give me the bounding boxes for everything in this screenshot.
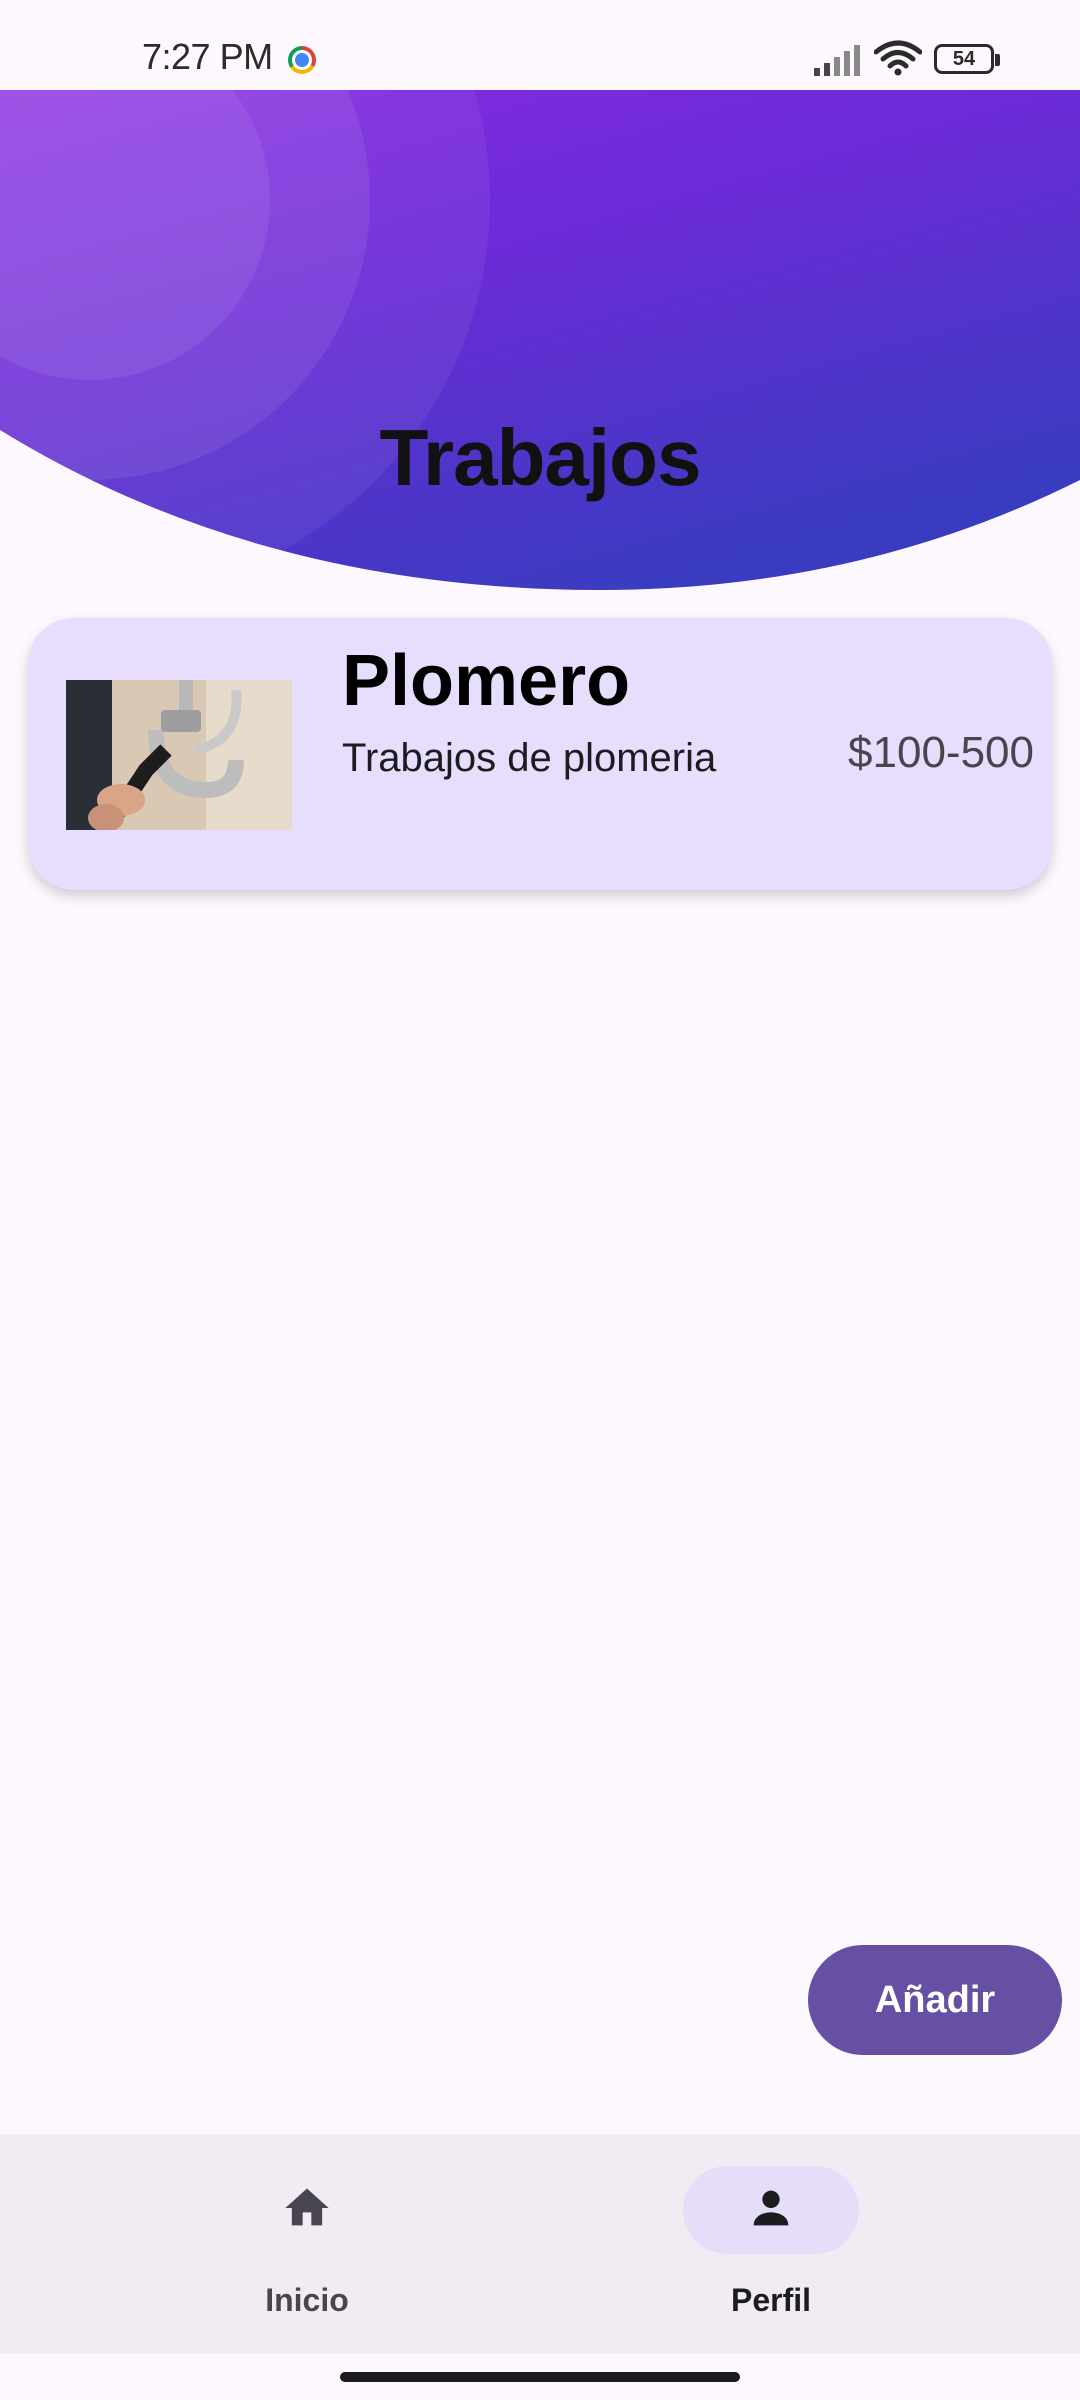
- job-price: $100-500: [848, 728, 1034, 777]
- home-icon: [285, 2188, 329, 2226]
- header-wave-background: [0, 90, 1080, 590]
- job-description: Trabajos de plomeria: [342, 736, 717, 780]
- nav-item-inicio[interactable]: Inicio: [157, 2166, 457, 2326]
- job-image: [66, 680, 292, 830]
- status-time: 7:27 PM: [142, 36, 273, 77]
- chrome-icon: [288, 46, 316, 74]
- page-title: Trabajos: [379, 413, 701, 502]
- add-button[interactable]: Añadir: [808, 1945, 1062, 2055]
- gesture-handle[interactable]: [340, 2372, 740, 2382]
- nav-label-perfil: Perfil: [730, 2282, 812, 2318]
- signal-icon: [814, 45, 860, 76]
- job-title: Plomero: [342, 641, 631, 721]
- bottom-navigation: Inicio Perfil: [0, 2134, 1080, 2354]
- battery-icon: 54: [934, 44, 1002, 76]
- header-banner: [0, 90, 1080, 590]
- battery-level: 54: [934, 44, 994, 74]
- job-card[interactable]: Plomero Trabajos de plomeria $100-500: [28, 618, 1052, 890]
- person-icon: [753, 2190, 789, 2226]
- wifi-icon: [874, 40, 922, 76]
- nav-item-perfil[interactable]: Perfil: [621, 2166, 921, 2326]
- nav-label-inicio: Inicio: [265, 2282, 349, 2318]
- status-bar: 7:27 PM 54: [0, 0, 1080, 90]
